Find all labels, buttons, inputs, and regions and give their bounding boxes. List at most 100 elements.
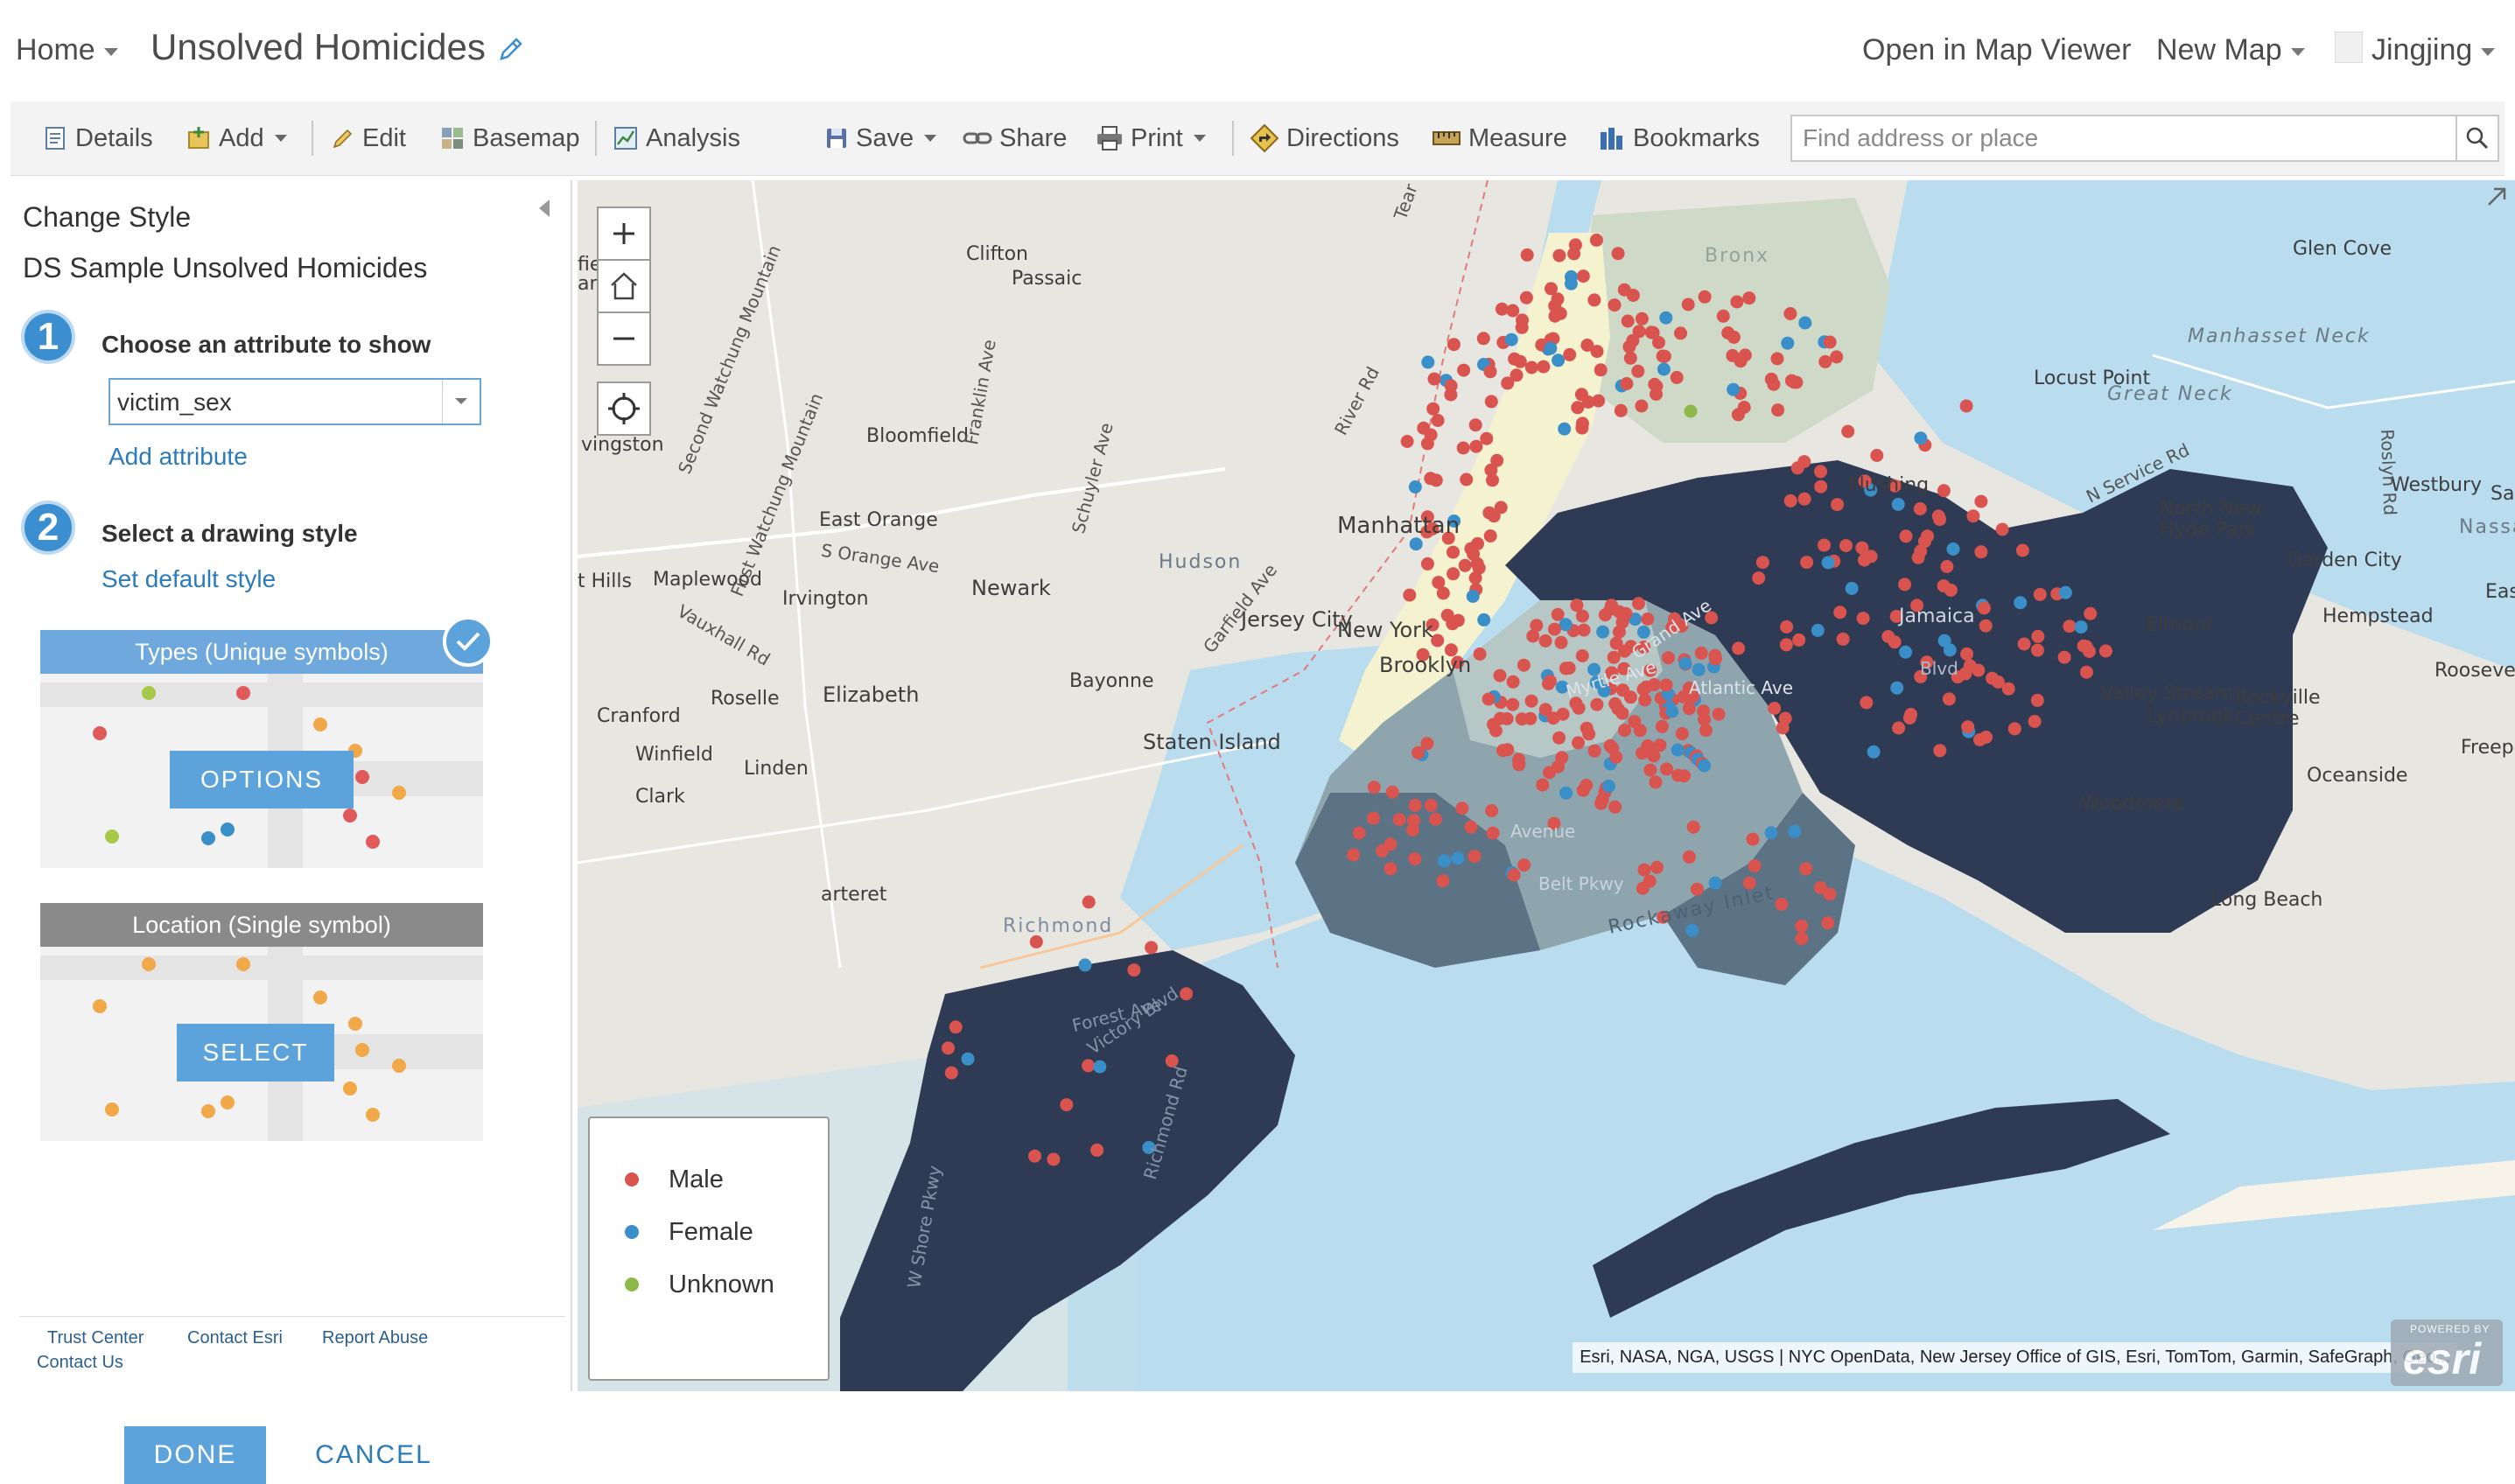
incident-point[interactable] bbox=[1554, 635, 1568, 649]
incident-point[interactable] bbox=[1685, 923, 1699, 937]
incident-point[interactable] bbox=[1643, 763, 1657, 777]
incident-point[interactable] bbox=[1641, 612, 1655, 626]
incident-point[interactable] bbox=[2014, 596, 2028, 610]
incident-point[interactable] bbox=[1788, 375, 1801, 389]
incident-point[interactable] bbox=[1795, 919, 1809, 933]
home-extent-button[interactable] bbox=[597, 259, 651, 313]
incident-point[interactable] bbox=[1937, 484, 1951, 498]
incident-point[interactable] bbox=[1572, 736, 1585, 750]
incident-point[interactable] bbox=[1466, 590, 1480, 603]
incident-point[interactable] bbox=[1507, 868, 1521, 882]
incident-point[interactable] bbox=[1961, 720, 1975, 734]
incident-point[interactable] bbox=[1657, 362, 1671, 376]
incident-point[interactable] bbox=[1621, 314, 1635, 328]
incident-point[interactable] bbox=[1814, 480, 1828, 494]
report-abuse-link[interactable]: Report Abuse bbox=[322, 1328, 428, 1348]
edit-button[interactable]: Edit bbox=[331, 102, 406, 175]
search-input[interactable] bbox=[1790, 115, 2457, 162]
incident-point[interactable] bbox=[1352, 826, 1366, 840]
incident-point[interactable] bbox=[1431, 414, 1445, 427]
incident-point[interactable] bbox=[1623, 351, 1637, 365]
trust-center-link[interactable]: Trust Center bbox=[47, 1328, 144, 1348]
incident-point[interactable] bbox=[1090, 1143, 1104, 1157]
incident-point[interactable] bbox=[1797, 455, 1811, 469]
incident-point[interactable] bbox=[1655, 719, 1669, 733]
incident-point[interactable] bbox=[1635, 399, 1649, 413]
incident-point[interactable] bbox=[1468, 850, 1482, 864]
incident-point[interactable] bbox=[1716, 309, 1730, 323]
incident-point[interactable] bbox=[1609, 636, 1623, 650]
incident-point[interactable] bbox=[1590, 345, 1604, 359]
incident-point[interactable] bbox=[2015, 543, 2029, 557]
incident-point[interactable] bbox=[1517, 858, 1531, 872]
incident-point[interactable] bbox=[1562, 662, 1576, 675]
home-menu[interactable]: Home bbox=[16, 33, 118, 67]
incident-point[interactable] bbox=[1574, 388, 1588, 402]
incident-point[interactable] bbox=[1408, 480, 1422, 494]
incident-point[interactable] bbox=[1471, 536, 1484, 550]
incident-point[interactable] bbox=[1408, 852, 1422, 866]
incident-point[interactable] bbox=[1858, 553, 1871, 567]
incident-point[interactable] bbox=[1494, 711, 1507, 725]
incident-point[interactable] bbox=[1424, 428, 1438, 442]
incident-point[interactable] bbox=[1776, 721, 1790, 735]
incident-point[interactable] bbox=[1626, 333, 1640, 347]
incident-point[interactable] bbox=[1698, 290, 1712, 304]
add-attribute-link[interactable]: Add attribute bbox=[109, 443, 248, 471]
incident-point[interactable] bbox=[1408, 798, 1422, 812]
incident-point[interactable] bbox=[1611, 247, 1625, 261]
incident-point[interactable] bbox=[1384, 837, 1398, 851]
incident-point[interactable] bbox=[1811, 623, 1825, 637]
incident-point[interactable] bbox=[1367, 811, 1380, 825]
incident-point[interactable] bbox=[1944, 584, 1958, 597]
incident-point[interactable] bbox=[1690, 882, 1704, 896]
incident-point[interactable] bbox=[1678, 656, 1692, 670]
incident-point[interactable] bbox=[1572, 701, 1586, 715]
incident-point[interactable] bbox=[1626, 289, 1640, 302]
map-view[interactable]: Clifton Passaic Glen Cove Manhasset Neck… bbox=[578, 180, 2515, 1391]
incident-point[interactable] bbox=[2074, 620, 2088, 634]
incident-point[interactable] bbox=[1783, 494, 1797, 508]
incident-point[interactable] bbox=[1082, 1059, 1096, 1073]
incident-point[interactable] bbox=[1575, 421, 1589, 435]
incident-point[interactable] bbox=[1973, 732, 1986, 746]
incident-point[interactable] bbox=[1856, 612, 1870, 626]
save-button[interactable]: Save bbox=[824, 102, 937, 175]
incident-point[interactable] bbox=[1484, 463, 1498, 477]
incident-point[interactable] bbox=[1405, 823, 1419, 836]
bookmarks-button[interactable]: Bookmarks bbox=[1598, 102, 1760, 175]
incident-point[interactable] bbox=[1800, 556, 1814, 570]
incident-point[interactable] bbox=[1821, 556, 1835, 570]
incident-point[interactable] bbox=[1515, 712, 1529, 726]
incident-point[interactable] bbox=[1552, 248, 1566, 262]
incident-point[interactable] bbox=[1650, 860, 1664, 874]
incident-point[interactable] bbox=[1580, 779, 1594, 792]
print-button[interactable]: Print bbox=[1096, 102, 1206, 175]
incident-point[interactable] bbox=[1615, 706, 1629, 720]
incident-point[interactable] bbox=[1424, 799, 1438, 812]
user-caret-icon[interactable] bbox=[2481, 47, 2496, 56]
cancel-button[interactable]: CANCEL bbox=[308, 1426, 439, 1484]
incident-point[interactable] bbox=[1524, 360, 1538, 374]
attribute-value[interactable]: victim_sex bbox=[117, 388, 232, 416]
incident-point[interactable] bbox=[2007, 722, 2021, 736]
incident-point[interactable] bbox=[1830, 350, 1844, 364]
incident-point[interactable] bbox=[1637, 863, 1651, 877]
incident-point[interactable] bbox=[1797, 492, 1811, 506]
incident-point[interactable] bbox=[1712, 707, 1726, 721]
incident-point[interactable] bbox=[1385, 785, 1399, 799]
incident-point[interactable] bbox=[1493, 668, 1507, 682]
user-name[interactable]: Jingjing bbox=[2371, 33, 2472, 66]
incident-point[interactable] bbox=[1821, 916, 1835, 930]
incident-point[interactable] bbox=[1587, 744, 1601, 758]
contact-esri-link[interactable]: Contact Esri bbox=[187, 1328, 283, 1348]
incident-point[interactable] bbox=[2098, 644, 2112, 658]
contact-us-link[interactable]: Contact Us bbox=[37, 1353, 123, 1373]
incident-point[interactable] bbox=[2057, 650, 2071, 664]
incident-point[interactable] bbox=[1483, 365, 1497, 379]
incident-point[interactable] bbox=[1029, 934, 1043, 948]
incident-point[interactable] bbox=[1659, 311, 1673, 325]
incident-point[interactable] bbox=[1632, 597, 1645, 611]
incident-point[interactable] bbox=[1608, 298, 1622, 312]
incident-point[interactable] bbox=[1558, 422, 1572, 436]
